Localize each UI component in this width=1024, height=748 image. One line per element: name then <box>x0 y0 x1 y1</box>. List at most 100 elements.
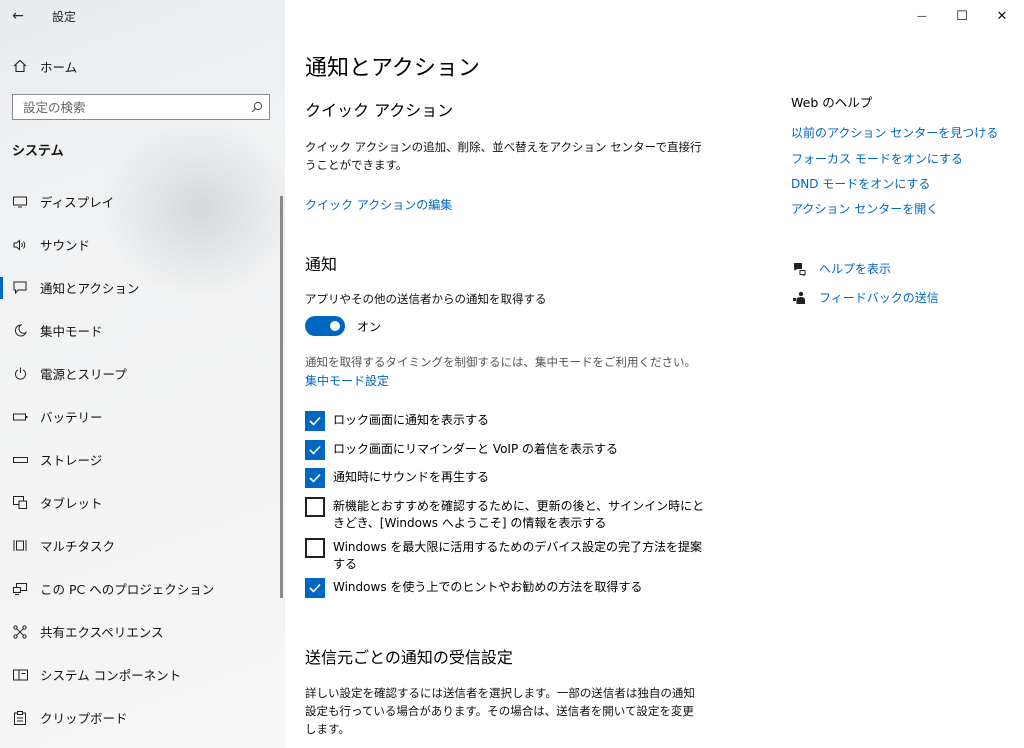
page-title: 通知とアクション <box>305 56 480 81</box>
checkbox-row-device-setup-suggestions[interactable]: Windows を最大限に活用するためのデバイス設定の完了方法を提案する <box>305 538 725 573</box>
sidebar-item-label: 通知とアクション <box>40 281 140 296</box>
checkbox-label: ロック画面に通知を表示する <box>333 413 490 427</box>
sidebar-item-label: クリップボード <box>40 711 128 726</box>
multitasking-icon <box>12 538 28 554</box>
minimize-icon: — <box>917 10 927 22</box>
sidebar-item-sound[interactable]: サウンド <box>0 223 285 266</box>
sidebar-item-multitasking[interactable]: マルチタスク <box>0 524 285 567</box>
sidebar-item-shared-experiences[interactable]: 共有エクスペリエンス <box>0 610 285 653</box>
sidebar: ← 設定 ホーム システム ディスプレイ サウンド <box>0 0 285 748</box>
sidebar-item-system-components[interactable]: システム コンポーネント <box>0 653 285 696</box>
edit-quick-actions-link[interactable]: クイック アクションの編集 <box>305 196 452 213</box>
sidebar-item-focus-assist[interactable]: 集中モード <box>0 309 285 352</box>
storage-icon <box>12 452 28 468</box>
sidebar-item-power[interactable]: 電源とスリープ <box>0 352 285 395</box>
checkbox-row-tips[interactable]: Windows を使う上でのヒントやお勧めの方法を取得する <box>305 578 725 598</box>
search-box[interactable] <box>12 94 270 120</box>
sidebar-item-label: バッテリー <box>40 410 103 425</box>
sidebar-scrollbar[interactable] <box>280 196 283 598</box>
get-help-action[interactable]: ヘルプを表示 <box>791 260 891 277</box>
sidebar-item-label: システム コンポーネント <box>40 668 182 683</box>
checkbox-label: 通知時にサウンドを再生する <box>333 470 490 484</box>
help-link-find-action-center[interactable]: 以前のアクション センターを見つける <box>791 124 998 141</box>
quick-actions-description: クイック アクションの追加、削除、並べ替えをアクション センターで直接行うことが… <box>305 140 702 172</box>
checkbox-row-welcome-experience[interactable]: 新機能とおすすめを確認するために、更新の後と、サインイン時にときどき、[Wind… <box>305 497 725 532</box>
projection-icon <box>12 581 28 597</box>
close-button[interactable]: ✕ <box>982 0 1022 32</box>
sidebar-item-label: 共有エクスペリエンス <box>40 625 164 640</box>
help-link-dnd-mode[interactable]: DND モードをオンにする <box>791 175 930 192</box>
notifications-toggle-caption: アプリやその他の送信者からの通知を取得する <box>305 292 547 306</box>
sidebar-item-label: マルチタスク <box>40 539 116 554</box>
display-icon <box>12 194 28 210</box>
sound-icon <box>12 237 28 253</box>
checkbox-row-reminders-voip[interactable]: ロック画面にリマインダーと VoIP の着信を表示する <box>305 440 725 460</box>
feedback-action[interactable]: フィードバックの送信 <box>791 289 939 306</box>
tablet-icon <box>12 495 28 511</box>
sidebar-section-label: システム <box>12 144 64 159</box>
sidebar-item-clipboard[interactable]: クリップボード <box>0 696 285 739</box>
sidebar-item-storage[interactable]: ストレージ <box>0 438 285 481</box>
search-input[interactable] <box>13 99 245 115</box>
focus-assist-icon <box>12 323 28 339</box>
back-arrow-icon: ← <box>12 8 24 24</box>
maximize-icon: ☐ <box>956 8 968 24</box>
title-bar: ← 設定 <box>0 0 285 32</box>
get-help-label: ヘルプを表示 <box>819 262 892 276</box>
checkbox-label: Windows を最大限に活用するためのデバイス設定の完了方法を提案する <box>333 540 703 571</box>
notifications-toggle-row: オン <box>305 316 381 336</box>
battery-icon <box>12 409 28 425</box>
feedback-label: フィードバックの送信 <box>819 291 939 305</box>
per-sender-heading: 送信元ごとの通知の受信設定 <box>305 648 513 667</box>
play-sound-checkbox[interactable] <box>305 468 325 488</box>
per-sender-description: 詳しい設定を確認するには送信者を選択します。一部の送信者は独自の通知設定も行って… <box>305 686 695 736</box>
reminders-voip-checkbox[interactable] <box>305 440 325 460</box>
sidebar-item-tablet[interactable]: タブレット <box>0 481 285 524</box>
help-link-focus-mode[interactable]: フォーカス モードをオンにする <box>791 150 963 167</box>
tips-checkbox[interactable] <box>305 578 325 598</box>
checkbox-row-play-sound[interactable]: 通知時にサウンドを再生する <box>305 468 725 488</box>
home-icon <box>12 58 28 74</box>
sidebar-item-display[interactable]: ディスプレイ <box>0 180 285 223</box>
shared-experiences-icon <box>12 624 28 640</box>
sidebar-item-label: ストレージ <box>40 453 103 468</box>
maximize-button[interactable]: ☐ <box>942 0 982 32</box>
get-help-icon <box>791 261 807 277</box>
quick-actions-heading: クイック アクション <box>305 101 454 120</box>
system-components-icon <box>12 667 28 683</box>
help-link-open-action-center[interactable]: アクション センターを開く <box>791 200 938 217</box>
minimize-button[interactable]: — <box>902 0 942 32</box>
sidebar-item-label: 集中モード <box>40 324 103 339</box>
sidebar-item-projection[interactable]: この PC へのプロジェクション <box>0 567 285 610</box>
sidebar-item-notifications[interactable]: 通知とアクション <box>0 266 285 309</box>
welcome-experience-checkbox[interactable] <box>305 497 325 517</box>
checkbox-label: ロック画面にリマインダーと VoIP の着信を表示する <box>333 442 619 456</box>
window-controls: — ☐ ✕ <box>902 0 1024 32</box>
device-setup-suggestions-checkbox[interactable] <box>305 538 325 558</box>
checkbox-row-lock-screen-notifications[interactable]: ロック画面に通知を表示する <box>305 411 725 431</box>
power-icon <box>12 366 28 382</box>
app-title: 設定 <box>52 9 77 24</box>
notifications-heading: 通知 <box>305 255 338 274</box>
focus-assist-hint: 通知を取得するタイミングを制御するには、集中モードをご利用ください。 <box>305 355 696 369</box>
feedback-icon <box>791 290 807 306</box>
sidebar-item-label: 電源とスリープ <box>40 367 127 382</box>
checkbox-label: Windows を使う上でのヒントやお勧めの方法を取得する <box>333 580 643 594</box>
focus-assist-settings-link[interactable]: 集中モード設定 <box>305 372 389 389</box>
sidebar-item-label: タブレット <box>40 496 103 511</box>
sidebar-item-label: ディスプレイ <box>40 195 115 210</box>
back-button[interactable]: ← <box>0 0 36 32</box>
web-help-title: Web のヘルプ <box>791 95 873 110</box>
sidebar-item-battery[interactable]: バッテリー <box>0 395 285 438</box>
sidebar-item-label: この PC へのプロジェクション <box>40 582 215 597</box>
sidebar-item-label: ホーム <box>40 59 78 75</box>
lock-screen-notifications-checkbox[interactable] <box>305 411 325 431</box>
notifications-toggle[interactable] <box>305 316 345 336</box>
toggle-state-label: オン <box>357 319 382 334</box>
sidebar-item-home[interactable]: ホーム <box>0 50 285 82</box>
checkbox-label: 新機能とおすすめを確認するために、更新の後と、サインイン時にときどき、[Wind… <box>333 499 705 530</box>
sidebar-nav: ディスプレイ サウンド 通知とアクション 集中モード 電源とスリープ バッテリー… <box>0 180 285 739</box>
close-icon: ✕ <box>996 8 1008 24</box>
search-icon[interactable] <box>245 95 269 119</box>
clipboard-icon <box>12 710 28 726</box>
